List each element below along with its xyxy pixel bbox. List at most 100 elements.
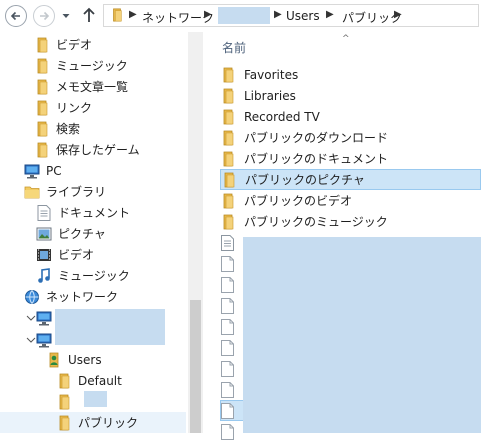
text-document-icon[interactable] xyxy=(221,235,234,251)
nav-item-label: ミュージック xyxy=(58,269,130,283)
file-icon[interactable] xyxy=(221,424,234,440)
folder-icon xyxy=(56,394,72,410)
nav-item-label: ライブラリ xyxy=(46,185,107,199)
pc-icon xyxy=(24,163,40,179)
chevron-down-icon[interactable] xyxy=(26,335,36,345)
file-list: ^ 名前 Favorites Libraries Recorded TV パブリ… xyxy=(211,32,481,433)
nav-scrollbar[interactable] xyxy=(188,32,203,433)
file-icon[interactable] xyxy=(221,361,234,377)
arrow-left-icon xyxy=(10,11,20,21)
breadcrumb-item-users[interactable]: Users xyxy=(286,9,320,23)
nav-item-music-library[interactable]: ミュージック xyxy=(36,265,130,286)
documents-library-icon xyxy=(36,205,52,221)
file-row-public-downloads[interactable]: パブリックのダウンロード xyxy=(220,127,481,148)
up-arrow-icon[interactable] xyxy=(81,6,97,24)
file-row-public-music[interactable]: パブリックのミュージック xyxy=(220,211,481,232)
sort-ascending-icon: ^ xyxy=(342,34,350,44)
file-name: Libraries xyxy=(244,88,296,103)
forward-button[interactable] xyxy=(33,5,55,27)
nav-item-libraries[interactable]: ライブラリ xyxy=(24,181,106,202)
music-folder-icon xyxy=(34,58,50,74)
scrollbar-thumb[interactable] xyxy=(190,300,201,433)
nav-item-links[interactable]: リンク xyxy=(34,97,92,118)
file-row-public-pictures[interactable]: パブリックのピクチャ xyxy=(220,169,481,190)
folder-icon xyxy=(220,214,236,230)
recent-locations-dropdown[interactable] xyxy=(60,10,72,22)
nav-item-label: Users xyxy=(68,352,102,367)
folder-icon xyxy=(220,151,236,167)
user-folder-icon xyxy=(49,352,59,367)
nav-item-music[interactable]: ミュージック xyxy=(34,55,128,76)
file-icon[interactable] xyxy=(221,298,234,314)
nav-item-label: PC xyxy=(46,163,62,178)
nav-item-label: 検索 xyxy=(56,122,81,136)
file-row-recorded-tv[interactable]: Recorded TV xyxy=(220,106,481,127)
nav-item-saved-games[interactable]: 保存したゲーム xyxy=(34,139,140,160)
file-row-libraries[interactable]: Libraries xyxy=(220,85,481,106)
nav-item-network[interactable]: ネットワーク xyxy=(24,286,118,307)
arrow-right-icon xyxy=(40,11,50,21)
breadcrumb-item-public[interactable]: パブリック xyxy=(342,9,402,26)
breadcrumb-item-redacted[interactable] xyxy=(218,7,270,24)
redacted-region xyxy=(55,309,165,345)
nav-item-redacted-folder[interactable] xyxy=(56,391,78,412)
redacted-region xyxy=(243,237,481,433)
links-folder-icon xyxy=(34,100,50,116)
folder-icon xyxy=(220,193,236,209)
chevron-right-icon[interactable]: ▶ xyxy=(326,9,334,20)
file-icon[interactable] xyxy=(221,382,234,398)
breadcrumb[interactable]: ▶ ネットワーク ▶ ▶ Users ▶ パブリック ▶ xyxy=(103,4,479,27)
nav-item-label: メモ文章一覧 xyxy=(56,80,129,94)
file-name: パブリックのドキュメント xyxy=(244,152,389,166)
settings-file-icon[interactable] xyxy=(221,256,234,272)
nav-item-label: リンク xyxy=(56,101,93,115)
nav-item-label: Default xyxy=(78,373,122,388)
folder-icon xyxy=(56,373,72,389)
nav-item-searches[interactable]: 検索 xyxy=(34,118,80,139)
nav-item-memo[interactable]: メモ文章一覧 xyxy=(34,76,128,97)
nav-item-public[interactable]: パブリック xyxy=(0,412,186,433)
saved-games-folder-icon xyxy=(34,142,50,158)
nav-item-pictures[interactable]: ピクチャ xyxy=(36,223,106,244)
nav-item-videos-library[interactable]: ビデオ xyxy=(36,244,94,265)
music-library-icon xyxy=(38,267,50,283)
file-row-public-videos[interactable]: パブリックのビデオ xyxy=(220,190,481,211)
chevron-right-icon[interactable]: ▶ xyxy=(394,9,402,20)
file-row-public-documents[interactable]: パブリックのドキュメント xyxy=(220,148,481,169)
chevron-right-icon[interactable]: ▶ xyxy=(129,9,137,20)
pictures-library-icon xyxy=(36,227,52,240)
chevron-down-icon[interactable] xyxy=(26,313,36,323)
nav-item-computer[interactable] xyxy=(36,329,58,350)
file-name: Recorded TV xyxy=(244,109,320,124)
folder-icon xyxy=(110,8,124,22)
nav-item-default[interactable]: Default xyxy=(56,370,122,391)
file-name: パブリックのピクチャ xyxy=(245,173,365,187)
file-icon[interactable] xyxy=(221,319,234,335)
file-name: パブリックのミュージック xyxy=(244,215,388,229)
nav-item-users[interactable]: Users xyxy=(46,349,102,370)
nav-item-label: ピクチャ xyxy=(58,227,106,241)
chevron-right-icon[interactable]: ▶ xyxy=(274,9,282,20)
folder-icon xyxy=(34,79,50,95)
nav-item-label: パブリック xyxy=(78,416,139,430)
file-name: Favorites xyxy=(244,67,299,82)
column-header-name[interactable]: 名前 xyxy=(222,39,246,56)
file-row-favorites[interactable]: Favorites xyxy=(220,64,481,85)
computer-icon xyxy=(36,310,52,326)
nav-item-videos[interactable]: ビデオ xyxy=(34,34,92,55)
folder-icon xyxy=(220,67,236,83)
nav-item-pc[interactable]: PC xyxy=(24,160,62,181)
back-button[interactable] xyxy=(5,5,27,27)
nav-item-label: ビデオ xyxy=(58,248,95,262)
nav-item-label: ドキュメント xyxy=(58,206,131,220)
video-folder-icon xyxy=(34,37,50,53)
navigation-pane: ビデオ ミュージック メモ文章一覧 リンク 検索 保存したゲーム PC ライブラ… xyxy=(0,32,203,433)
file-icon[interactable] xyxy=(221,277,234,293)
file-icon[interactable] xyxy=(221,340,234,356)
chevron-right-icon[interactable]: ▶ xyxy=(204,9,212,20)
folder-icon xyxy=(56,415,72,431)
file-icon[interactable] xyxy=(221,403,234,419)
computer-icon xyxy=(36,332,52,348)
nav-item-documents[interactable]: ドキュメント xyxy=(36,202,130,223)
nav-item-label: ミュージック xyxy=(56,59,128,73)
